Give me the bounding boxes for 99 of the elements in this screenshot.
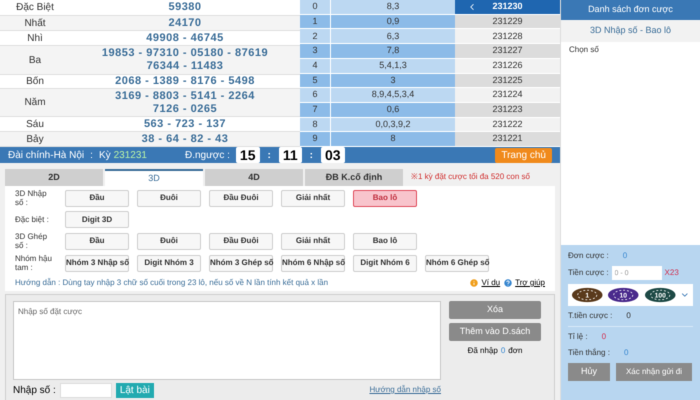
- choose-label: Chọn số: [568, 44, 600, 56]
- digit-cell-text: 0: [311, 0, 318, 14]
- rate-value: 0: [602, 331, 606, 343]
- input-guide-link[interactable]: Hướng dẫn nhập số: [369, 384, 441, 396]
- count-value: 0: [500, 345, 506, 357]
- limit-notice: ※1 kỳ đặt cược tối đa 520 con số: [411, 171, 530, 183]
- prize-numbers: 3169 - 8803 - 5141 - 2264: [115, 90, 255, 102]
- panel-subtitle: 3D Nhập số - Bao lô: [561, 20, 700, 42]
- period-item[interactable]: 231223: [455, 102, 560, 118]
- option-label: 3D Nhập số :: [15, 189, 48, 207]
- period-item[interactable]: 231221: [455, 132, 560, 148]
- option-button[interactable]: Digit Nhóm 6: [353, 254, 417, 272]
- period-item[interactable]: 231226: [455, 58, 560, 74]
- orders-value: 0: [622, 250, 628, 262]
- digit-cell-text: 5: [311, 74, 318, 87]
- time-separator: :: [268, 148, 271, 162]
- rate-label: Tỉ lệ :: [568, 331, 588, 343]
- number-input[interactable]: [60, 382, 112, 398]
- option-label: Nhóm hậu tam :: [15, 254, 53, 272]
- count-prefix: Đã nhập: [468, 345, 498, 357]
- prize-label: Nhất: [23, 16, 47, 30]
- digit-cell-text: 2: [311, 30, 318, 42]
- prize-label: Năm: [23, 96, 47, 110]
- prize-label: Ba: [28, 54, 42, 68]
- orders-label: Đơn cược :: [568, 250, 609, 262]
- amount-label: Tiền cược :: [568, 267, 609, 279]
- prize-numbers: 2068 - 1389 - 8176 - 5498: [115, 75, 255, 88]
- option-button[interactable]: Giải nhất: [281, 190, 345, 206]
- option-button[interactable]: Giải nhất: [281, 232, 345, 250]
- prize-numbers: 59380: [168, 1, 202, 14]
- option-button[interactable]: Đầu Đuôi: [209, 232, 273, 250]
- digit-cell-text: 4: [311, 58, 318, 72]
- period-item[interactable]: 231225: [455, 74, 560, 88]
- digit-cell-text: 6: [311, 88, 318, 102]
- option-button[interactable]: Bao lô: [353, 232, 417, 250]
- guide-text: Hướng dẫn : Dùng tay nhập 3 chữ số cuối trong 23 lô, nếu số về N lần tính kết quả x lần: [15, 277, 328, 289]
- period-item[interactable]: 231222: [455, 118, 560, 132]
- option-button[interactable]: Digit Nhóm 3: [137, 254, 201, 272]
- option-button[interactable]: Nhóm 3 Nhập số: [65, 254, 129, 272]
- prize-label: Nhì: [26, 32, 44, 45]
- digit-cell-text: 3: [311, 44, 318, 58]
- prize-numbers: 38 - 64 - 82 - 43: [142, 132, 228, 146]
- count-suffix: đơn: [508, 345, 522, 357]
- period-number: 231231: [114, 148, 147, 162]
- info-icon: [469, 278, 480, 288]
- period-label: Kỳ: [98, 148, 111, 162]
- prize-numbers: 7126 - 0265: [152, 102, 218, 116]
- period-item[interactable]: 231227: [455, 44, 560, 59]
- option-button[interactable]: Bao lô: [353, 190, 417, 206]
- option-button[interactable]: Đuôi: [137, 232, 201, 250]
- tab[interactable]: 4D: [205, 169, 303, 186]
- period-item[interactable]: 231228: [455, 29, 560, 44]
- countdown-digits: 11: [278, 147, 302, 163]
- countdown-digits: 15: [236, 147, 260, 163]
- tab[interactable]: ĐB K.cố định: [305, 169, 403, 186]
- help-link[interactable]: Trợ giúp: [515, 277, 545, 289]
- total-label: T.tiền cược :: [568, 310, 612, 322]
- number-label: Nhập số :: [13, 384, 56, 398]
- period-item[interactable]: 231224: [455, 88, 560, 103]
- prize-numbers: 76344 - 11483: [146, 60, 224, 73]
- example-link[interactable]: Ví dụ: [481, 277, 500, 289]
- digit-cell-text: 8: [311, 118, 318, 131]
- winnings-label: Tiền thắng :: [568, 347, 610, 359]
- option-button[interactable]: Nhóm 6 Ghép số: [425, 254, 489, 272]
- option-button[interactable]: Đầu Đuôi: [209, 190, 273, 206]
- option-button[interactable]: Đầu: [65, 190, 129, 206]
- countdown-digits: 03: [321, 147, 345, 163]
- option-button[interactable]: Đuôi: [137, 190, 201, 206]
- prize-label: Đặc Biệt: [15, 1, 55, 15]
- total-value: 0: [626, 310, 631, 322]
- prize-numbers: 24170: [168, 16, 202, 30]
- bet-numbers-field[interactable]: Nhập số đặt cược: [13, 301, 441, 380]
- option-button[interactable]: Digit 3D: [65, 211, 129, 228]
- prize-numbers: 19853 - 97310 - 05180 - 87619: [102, 47, 268, 60]
- time-separator: :: [310, 148, 313, 162]
- prize-label: Bảy: [25, 132, 45, 146]
- help-icon: [503, 278, 514, 288]
- colon-label: :: [90, 148, 93, 162]
- tab[interactable]: 2D: [5, 169, 103, 186]
- option-button[interactable]: Đầu: [65, 232, 129, 250]
- digit-cell-text: 1: [311, 14, 318, 28]
- digit-cell-text: 7: [311, 103, 318, 116]
- winnings-value: 0: [624, 347, 628, 359]
- option-button[interactable]: Nhóm 6 Nhập số: [281, 254, 345, 272]
- period-item[interactable]: 231229: [455, 14, 560, 30]
- option-button[interactable]: Nhóm 3 Ghép số: [209, 254, 273, 272]
- panel-header: Danh sách đơn cược: [561, 0, 700, 20]
- prize-numbers: 49908 - 46745: [146, 32, 224, 44]
- prize-label: Sáu: [25, 118, 45, 131]
- digit-cell-text: 9: [311, 132, 318, 146]
- option-label: Đặc biệt :: [15, 215, 50, 224]
- prize-numbers: 563 - 723 - 137: [144, 118, 226, 130]
- station-label: Đài chính-Hà Nội: [8, 148, 84, 162]
- countdown-label: Đ.ngược :: [184, 148, 230, 162]
- tab[interactable]: 3D: [105, 169, 203, 186]
- period-item[interactable]: 231230: [455, 0, 560, 15]
- prize-label: Bốn: [25, 75, 45, 88]
- multiplier-label: X23: [664, 267, 679, 279]
- option-label: 3D Ghép số :: [15, 232, 48, 250]
